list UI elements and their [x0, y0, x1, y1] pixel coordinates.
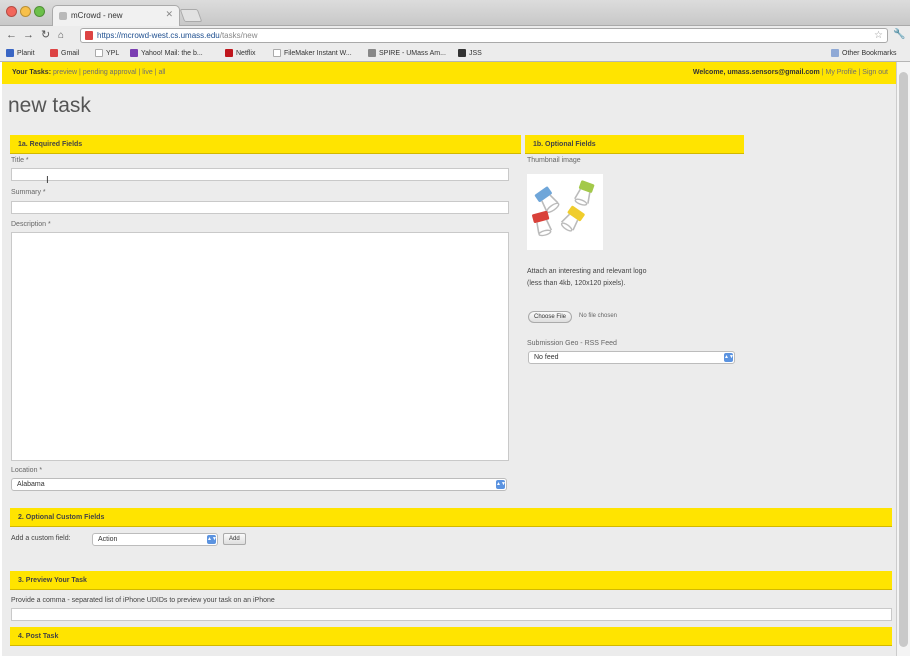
page-content: Your Tasks: preview | pending approval |…	[2, 62, 896, 656]
location-select[interactable]: Alabama ▲▼	[11, 478, 507, 491]
https-lock-icon	[85, 31, 93, 40]
title-label: Title *	[11, 157, 29, 164]
yahoo-icon	[130, 49, 138, 57]
reload-icon[interactable]: ↻	[41, 29, 50, 42]
bookmark-item[interactable]: YPL	[95, 49, 119, 57]
udid-input[interactable]	[11, 608, 892, 621]
wrench-menu-icon[interactable]: 🔧	[893, 29, 905, 40]
tab-bar: mCrowd - new ✕	[0, 0, 910, 26]
select-arrows-icon: ▲▼	[207, 535, 217, 544]
optional-fields-header: 1b. Optional Fields	[525, 135, 744, 154]
forward-icon[interactable]: →	[23, 29, 34, 42]
feed-label: Submission Geo - RSS Feed	[527, 340, 617, 347]
folder-icon	[831, 49, 839, 57]
bookmark-item[interactable]: Gmail	[50, 49, 79, 57]
choose-file-button[interactable]: Choose File	[528, 311, 573, 323]
new-tab-button[interactable]	[179, 9, 203, 22]
other-bookmarks[interactable]: Other Bookmarks	[831, 49, 896, 57]
user-nav: Welcome, umass.sensors@gmail.com | My Pr…	[693, 62, 888, 84]
url-path: /tasks/new	[219, 31, 258, 40]
browser-tab[interactable]: mCrowd - new ✕	[52, 5, 180, 26]
summary-input[interactable]	[11, 201, 509, 214]
jss-icon	[458, 49, 466, 57]
bookmark-icon	[6, 49, 14, 57]
title-input[interactable]	[11, 168, 509, 181]
back-icon[interactable]: ←	[6, 29, 17, 42]
tab-title: mCrowd - new	[71, 11, 123, 20]
netflix-icon	[225, 49, 233, 57]
url-host: mcrowd-west.cs.umass.edu	[121, 31, 220, 40]
custom-field-select[interactable]: Action ▲▼	[92, 533, 218, 546]
page-icon	[95, 49, 103, 57]
bookmark-item[interactable]: JSS	[458, 49, 482, 57]
page-title: new task	[8, 94, 91, 117]
description-label: Description *	[11, 221, 51, 228]
bookmarks-bar: Planit Gmail YPL Yahoo! Mail: the b... N…	[0, 46, 910, 62]
welcome-text: Welcome, umass.sensors@gmail.com	[692, 69, 820, 76]
address-bar[interactable]: https://mcrowd-west.cs.umass.edu/tasks/n…	[80, 28, 888, 43]
page-scrollbar[interactable]	[896, 62, 910, 656]
bookmark-item[interactable]: Netflix	[225, 49, 255, 57]
page-icon	[273, 49, 281, 57]
text-cursor-icon: I	[46, 175, 49, 186]
feed-value: No feed	[534, 354, 559, 361]
required-fields-header: 1a. Required Fields	[10, 135, 521, 154]
post-task-header: 4. Post Task	[10, 627, 892, 646]
custom-field-value: Action	[98, 536, 118, 543]
spire-icon	[368, 49, 376, 57]
feed-select[interactable]: No feed ▲▼	[528, 351, 735, 364]
tab-close-icon[interactable]: ✕	[165, 9, 173, 20]
no-file-text: No file chosen	[579, 313, 618, 319]
home-icon[interactable]: ⌂	[58, 29, 64, 42]
bookmark-star-icon[interactable]: ☆	[874, 29, 883, 42]
summary-label: Summary *	[11, 189, 46, 196]
top-nav: Your Tasks: preview | pending approval |…	[2, 62, 896, 84]
zoom-window-icon[interactable]	[34, 6, 45, 17]
your-tasks-label: Your Tasks:	[12, 69, 52, 76]
close-window-icon[interactable]	[6, 6, 17, 17]
url-scheme: https://	[97, 31, 122, 40]
favicon-icon	[59, 12, 67, 20]
add-custom-field-label: Add a custom field:	[11, 535, 71, 542]
gmail-icon	[50, 49, 58, 57]
location-label: Location *	[11, 467, 43, 474]
binder-clips-logo	[532, 180, 595, 237]
task-filter-links[interactable]: preview | pending approval | live | all	[53, 69, 165, 76]
thumbnail-label: Thumbnail image	[527, 157, 581, 164]
browser-toolbar: ← → ↻ ⌂ https://mcrowd-west.cs.umass.edu…	[0, 26, 910, 46]
custom-fields-header: 2. Optional Custom Fields	[10, 508, 892, 527]
profile-signout-links[interactable]: | My Profile | Sign out	[822, 69, 888, 76]
bookmark-item[interactable]: Planit	[6, 49, 35, 57]
select-arrows-icon: ▲▼	[724, 353, 734, 362]
attach-logo-help: Attach an interesting and relevant logo …	[527, 268, 647, 287]
preview-help-text: Provide a comma - separated list of iPho…	[11, 597, 275, 604]
minimize-window-icon[interactable]	[20, 6, 31, 17]
description-textarea[interactable]	[11, 232, 509, 461]
thumbnail-image	[527, 174, 603, 250]
scrollbar-thumb[interactable]	[899, 72, 908, 647]
bookmark-item[interactable]: SPIRE - UMass Am...	[368, 49, 446, 57]
select-arrows-icon: ▲▼	[496, 480, 506, 489]
bookmark-item[interactable]: FileMaker Instant W...	[273, 49, 352, 57]
location-value: Alabama	[17, 481, 45, 488]
bookmark-item[interactable]: Yahoo! Mail: the b...	[130, 49, 203, 57]
add-custom-field-button[interactable]: Add	[223, 533, 246, 545]
preview-task-header: 3. Preview Your Task	[10, 571, 892, 590]
